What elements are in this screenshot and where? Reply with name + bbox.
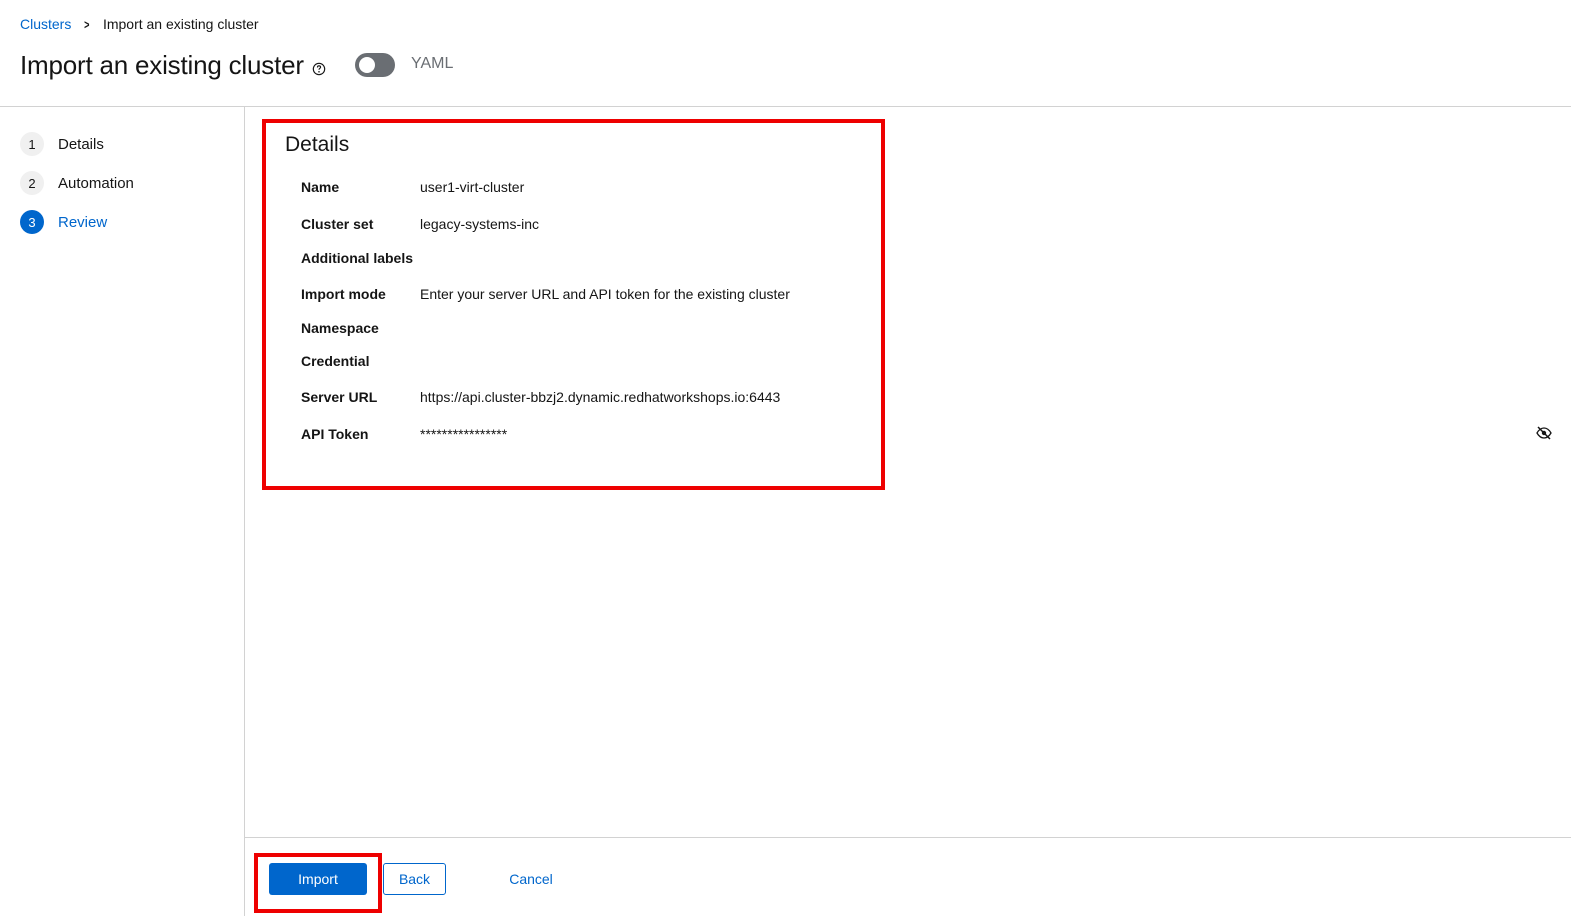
field-term-additional-labels: Additional labels	[301, 250, 414, 266]
wizard-step-details[interactable]: 1 Details	[20, 132, 104, 156]
title-row: Import an existing cluster	[20, 50, 326, 81]
cancel-button[interactable]: Cancel	[496, 863, 566, 895]
field-term-import-mode: Import mode	[301, 286, 386, 302]
chevron-right-icon: >	[84, 16, 90, 32]
step-number: 2	[20, 171, 44, 195]
field-value-cluster-set: legacy-systems-inc	[420, 216, 540, 232]
field-value-name: user1-virt-cluster	[420, 179, 525, 195]
step-label: Review	[58, 213, 108, 231]
breadcrumb-clusters-link[interactable]: Clusters	[20, 16, 71, 32]
wizard-nav: 1 Details 2 Automation 3 Review	[0, 107, 245, 916]
page-title: Import an existing cluster	[20, 50, 304, 80]
page-header: Clusters > Import an existing cluster Im…	[0, 0, 1571, 107]
step-label: Automation	[58, 174, 134, 192]
field-term-namespace: Namespace	[301, 320, 379, 336]
help-circle-icon[interactable]	[312, 62, 326, 76]
step-label: Details	[58, 135, 104, 153]
breadcrumb-current: Import an existing cluster	[102, 16, 259, 32]
wizard-step-review[interactable]: 3 Review	[20, 210, 107, 234]
yaml-toggle[interactable]	[355, 53, 395, 77]
wizard-step-automation[interactable]: 2 Automation	[20, 171, 134, 195]
breadcrumb: Clusters > Import an existing cluster	[20, 16, 259, 32]
field-term-cluster-set: Cluster set	[301, 216, 374, 232]
field-value-server-url: https://api.cluster-bbzj2.dynamic.redhat…	[420, 389, 781, 405]
field-term-server-url: Server URL	[301, 389, 378, 405]
field-term-name: Name	[301, 179, 340, 195]
toggle-knob	[359, 57, 375, 73]
details-section-title: Details	[285, 133, 350, 156]
field-term-credential: Credential	[301, 353, 370, 369]
import-cluster-page: Clusters > Import an existing cluster Im…	[0, 0, 1571, 916]
field-value-import-mode: Enter your server URL and API token for …	[420, 286, 790, 302]
step-number: 3	[20, 210, 44, 234]
step-number: 1	[20, 132, 44, 156]
field-term-api-token: API Token	[301, 426, 369, 442]
import-button[interactable]: Import	[269, 863, 367, 895]
yaml-toggle-label: YAML	[411, 55, 454, 72]
field-value-api-token: ****************	[420, 426, 508, 442]
eye-slash-icon[interactable]	[1536, 426, 1552, 440]
back-button[interactable]: Back	[383, 863, 446, 895]
